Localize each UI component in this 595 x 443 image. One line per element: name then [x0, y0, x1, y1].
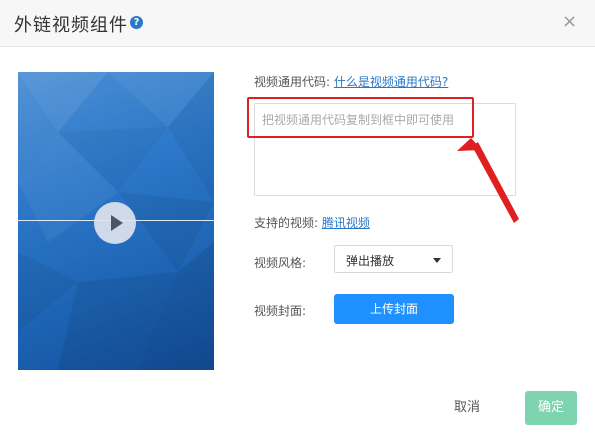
video-style-label: 视频风格:	[254, 256, 307, 270]
external-video-dialog: 外链视频组件 ? × 视频通用代码: 什么是视频通用代码? 支持的	[0, 0, 595, 443]
dialog-title: 外链视频组件	[14, 15, 128, 36]
dialog-header: 外链视频组件 ? ×	[0, 0, 595, 47]
confirm-button[interactable]: 确定	[525, 391, 577, 425]
video-code-label: 视频通用代码:	[254, 75, 331, 89]
video-code-label-row: 视频通用代码: 什么是视频通用代码?	[254, 73, 448, 90]
question-circle-icon[interactable]: ?	[130, 16, 143, 29]
cancel-button[interactable]: 取消	[445, 394, 489, 422]
close-icon[interactable]: ×	[562, 12, 577, 32]
play-button[interactable]	[94, 202, 136, 244]
video-code-help-link[interactable]: 什么是视频通用代码?	[334, 75, 448, 89]
supported-video-row: 支持的视频: 腾讯视频	[254, 214, 370, 231]
video-style-value: 弹出播放	[346, 254, 395, 268]
video-cover-label: 视频封面:	[254, 304, 307, 318]
upload-cover-button[interactable]: 上传封面	[334, 294, 454, 324]
chevron-down-icon	[433, 258, 441, 263]
play-icon	[111, 215, 123, 231]
video-preview	[18, 72, 214, 370]
video-style-select[interactable]: 弹出播放	[334, 245, 453, 273]
video-code-textarea[interactable]	[254, 103, 516, 196]
tencent-video-link[interactable]: 腾讯视频	[322, 216, 370, 230]
supported-video-label: 支持的视频:	[254, 216, 319, 230]
